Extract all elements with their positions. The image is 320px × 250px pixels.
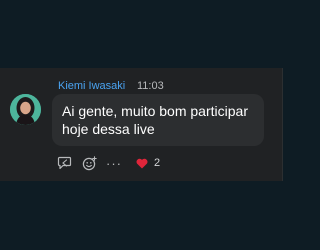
message-bubble: Ai gente, muito bom participar hoje dess… [52, 94, 264, 146]
message-actions: ··· 2 [0, 154, 282, 172]
sender-name[interactable]: Kiemi Iwasaki [58, 80, 125, 92]
heart-reaction[interactable]: 2 [136, 154, 166, 172]
reply-button[interactable] [56, 154, 72, 172]
stream-chat-screen: Kiemi Iwasaki 11:03 Ai gente, muito bom … [0, 0, 300, 250]
message-timestamp: 11:03 [137, 80, 164, 92]
reaction-count: 2 [154, 157, 161, 169]
message-text: Ai gente, muito bom participar hoje dess… [62, 103, 248, 137]
add-reaction-icon [82, 155, 97, 170]
avatar-image [10, 94, 41, 125]
add-reaction-button[interactable] [81, 154, 97, 172]
avatar[interactable] [10, 94, 41, 125]
reply-icon [57, 156, 71, 170]
chat-message-panel: Kiemi Iwasaki 11:03 Ai gente, muito bom … [0, 68, 283, 181]
more-options-button[interactable]: ··· [106, 154, 122, 172]
heart-icon [136, 158, 148, 168]
